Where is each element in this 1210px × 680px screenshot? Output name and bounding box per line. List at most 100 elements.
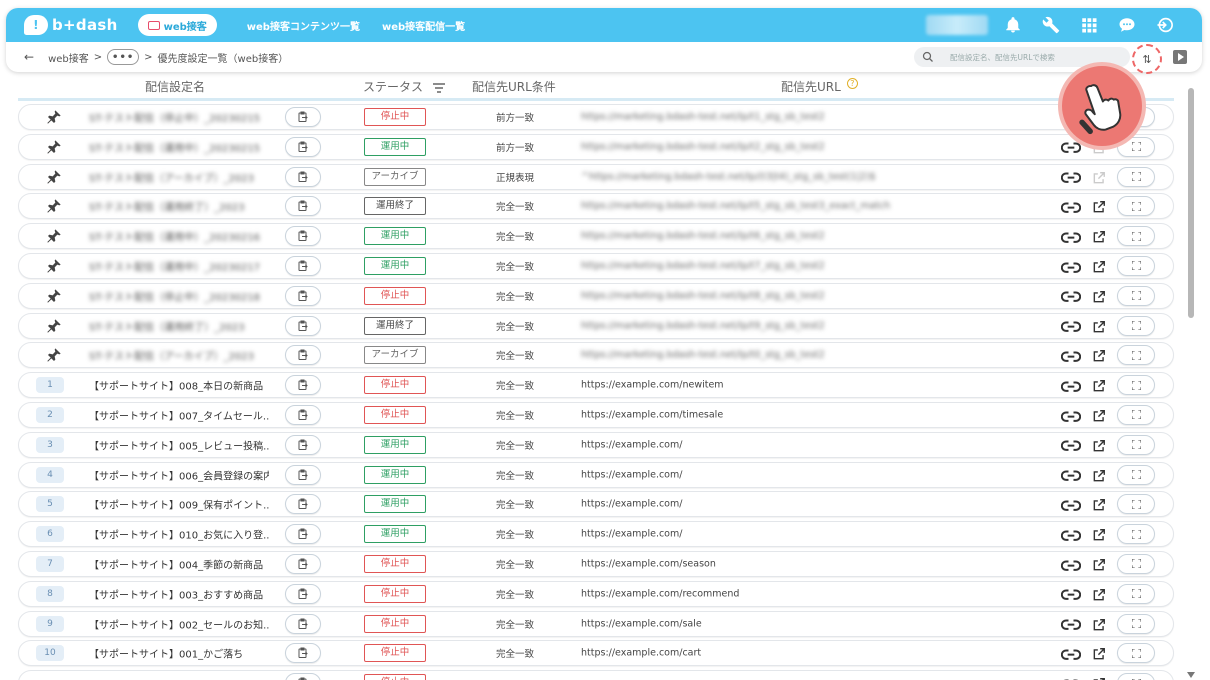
external-link-icon[interactable] <box>1092 229 1106 243</box>
external-link-icon[interactable] <box>1092 646 1106 660</box>
setting-name[interactable]: ST-テスト配信（アーカイブ）_2023 <box>89 348 269 363</box>
breadcrumb-root[interactable]: web接客 <box>48 50 89 65</box>
table-row[interactable]: 1 【サポートサイト】008_本日の新商品 停止中 完全一致 https://examp… <box>18 372 1174 399</box>
link-icon[interactable] <box>1060 646 1082 660</box>
link-icon[interactable] <box>1061 676 1081 680</box>
preview-button[interactable] <box>1117 464 1155 485</box>
preview-button[interactable] <box>1117 494 1155 515</box>
external-link-icon[interactable] <box>1092 438 1106 452</box>
copy-button[interactable] <box>285 375 321 396</box>
table-row[interactable]: 2 【サポートサイト】007_タイムセール... 停止中 完全一致 https://ex… <box>18 401 1174 428</box>
pin-icon[interactable] <box>46 198 62 214</box>
logout-icon[interactable] <box>1152 15 1178 35</box>
external-link-icon[interactable] <box>1092 557 1106 571</box>
copy-button[interactable] <box>285 136 321 157</box>
copy-button[interactable] <box>285 285 321 306</box>
setting-name[interactable]: 【サポートサイト】009_保有ポイント... <box>89 497 269 512</box>
table-row[interactable]: 9 【サポートサイト】002_セールのお知... 停止中 完全一致 https://ex… <box>18 610 1174 637</box>
pin-icon[interactable] <box>46 169 62 185</box>
preview-button[interactable] <box>1117 255 1155 276</box>
filter-icon[interactable] <box>433 82 446 93</box>
table-row[interactable]: ST-テスト配信（アーカイブ）_2023 アーカイブ 完全一致 https://mar… <box>18 342 1174 369</box>
preview-button[interactable] <box>1117 196 1155 217</box>
external-link-icon[interactable] <box>1092 408 1106 422</box>
pin-icon[interactable] <box>46 258 62 274</box>
copy-button[interactable] <box>285 315 321 336</box>
preview-button[interactable] <box>1117 643 1155 664</box>
copy-button[interactable] <box>285 494 321 515</box>
preview-button[interactable] <box>1117 166 1155 187</box>
setting-name[interactable]: ST-テスト配信（運用終了）_2023 <box>89 199 269 214</box>
setting-name[interactable]: 【サポートサイト】005_レビュー投稿... <box>89 437 269 452</box>
table-row[interactable]: 10 【サポートサイト】001_かご落ち 停止中 完全一致 https://exampl… <box>18 640 1174 667</box>
link-icon[interactable] <box>1060 170 1082 184</box>
table-row[interactable]: 8 【サポートサイト】003_おすすめ商品 停止中 完全一致 https://examp… <box>18 580 1174 607</box>
external-link-icon[interactable] <box>1092 199 1106 213</box>
preview-button[interactable] <box>1117 345 1155 366</box>
preview-button[interactable] <box>1117 404 1155 425</box>
table-row[interactable]: ST-テスト配信（運用中）_20230216 運用中 完全一致 https://mar… <box>18 223 1174 250</box>
link-icon[interactable] <box>1060 617 1082 631</box>
external-link-icon[interactable] <box>1092 170 1106 184</box>
external-link-icon[interactable] <box>1092 468 1106 482</box>
link-icon[interactable] <box>1060 497 1082 511</box>
copy-button[interactable] <box>285 583 321 604</box>
link-icon[interactable] <box>1060 348 1082 362</box>
pin-icon[interactable] <box>46 139 62 155</box>
copy-button[interactable] <box>285 613 321 634</box>
link-icon[interactable] <box>1060 319 1082 333</box>
link-icon[interactable] <box>1060 557 1082 571</box>
setting-name[interactable]: 【サポートサイト】004_季節の新商品 <box>89 556 269 571</box>
copy-button[interactable] <box>285 404 321 425</box>
setting-name[interactable]: ST-テスト配信（運用中）_20230217 <box>89 258 269 273</box>
search-input[interactable] <box>950 52 1120 62</box>
table-row[interactable]: ST-テスト配信（停止中）_20230215 停止中 前方一致 https://mar… <box>18 104 1174 130</box>
table-row[interactable]: ST-テスト配信（運用終了）_2023 運用終了 完全一致 https://marke… <box>18 312 1174 339</box>
external-link-icon[interactable] <box>1092 587 1106 601</box>
preview-button[interactable] <box>1117 375 1155 396</box>
preview-button[interactable] <box>1117 583 1155 604</box>
external-link-icon[interactable] <box>1092 527 1106 541</box>
table-row[interactable]: 停止中 <box>18 670 1174 680</box>
external-link-icon[interactable] <box>1092 259 1106 273</box>
table-row[interactable]: ST-テスト配信（運用終了）_2023 運用終了 完全一致 https://marke… <box>18 193 1174 220</box>
setting-name[interactable]: 【サポートサイト】007_タイムセール... <box>89 407 269 422</box>
preview-button[interactable] <box>1117 613 1155 634</box>
pin-icon[interactable] <box>46 228 62 244</box>
wrench-icon[interactable] <box>1038 15 1064 35</box>
setting-name[interactable]: ST-テスト配信（停止中）_20230218 <box>89 288 269 303</box>
help-icon[interactable]: ? <box>846 78 858 89</box>
setting-name[interactable]: 【サポートサイト】002_セールのお知... <box>89 616 269 631</box>
copy-button[interactable] <box>285 345 321 366</box>
external-link-icon[interactable] <box>1092 676 1106 680</box>
bell-icon[interactable] <box>1000 15 1026 35</box>
link-icon[interactable] <box>1060 527 1082 541</box>
play-video-icon[interactable] <box>1173 50 1187 64</box>
external-link-icon[interactable] <box>1092 289 1106 303</box>
table-row[interactable]: ST-テスト配信（アーカイブ）_2023 アーカイブ 正規表現 ^https://ma… <box>18 163 1174 190</box>
scrollbar-thumb[interactable] <box>1188 88 1194 318</box>
scroll-down-arrow-icon[interactable] <box>1187 672 1195 678</box>
setting-name[interactable]: ST-テスト配信（運用中）_20230216 <box>89 229 269 244</box>
table-row[interactable]: ST-テスト配信（停止中）_20230218 停止中 完全一致 https://mar… <box>18 282 1174 309</box>
preview-button[interactable] <box>1117 226 1155 247</box>
setting-name[interactable]: ST-テスト配信（アーカイブ）_2023 <box>89 169 269 184</box>
table-row[interactable]: 4 【サポートサイト】006_会員登録の案内 運用中 完全一致 https://exam… <box>18 461 1174 488</box>
preview-button[interactable] <box>1117 315 1155 336</box>
nav-delivery-list[interactable]: web接客配信一覧 <box>382 18 465 33</box>
grid-apps-icon[interactable] <box>1076 15 1102 35</box>
preview-button[interactable] <box>1117 673 1155 680</box>
link-icon[interactable] <box>1060 229 1082 243</box>
copy-button[interactable] <box>285 255 321 276</box>
breadcrumb-more-button[interactable]: ••• <box>107 49 140 65</box>
setting-name[interactable]: 【サポートサイト】003_おすすめ商品 <box>89 586 269 601</box>
table-row[interactable]: 3 【サポートサイト】005_レビュー投稿... 運用中 完全一致 https://ex… <box>18 431 1174 458</box>
nav-web-sekkyaku-active[interactable]: web接客 <box>137 14 217 36</box>
brand-logo[interactable]: ! b+dash <box>24 15 118 35</box>
preview-button[interactable] <box>1117 285 1155 306</box>
setting-name[interactable]: 【サポートサイト】008_本日の新商品 <box>89 378 269 393</box>
copy-button[interactable] <box>285 553 321 574</box>
link-icon[interactable] <box>1060 408 1082 422</box>
link-icon[interactable] <box>1060 587 1082 601</box>
table-row[interactable]: 5 【サポートサイト】009_保有ポイント... 運用中 完全一致 https://ex… <box>18 491 1174 518</box>
